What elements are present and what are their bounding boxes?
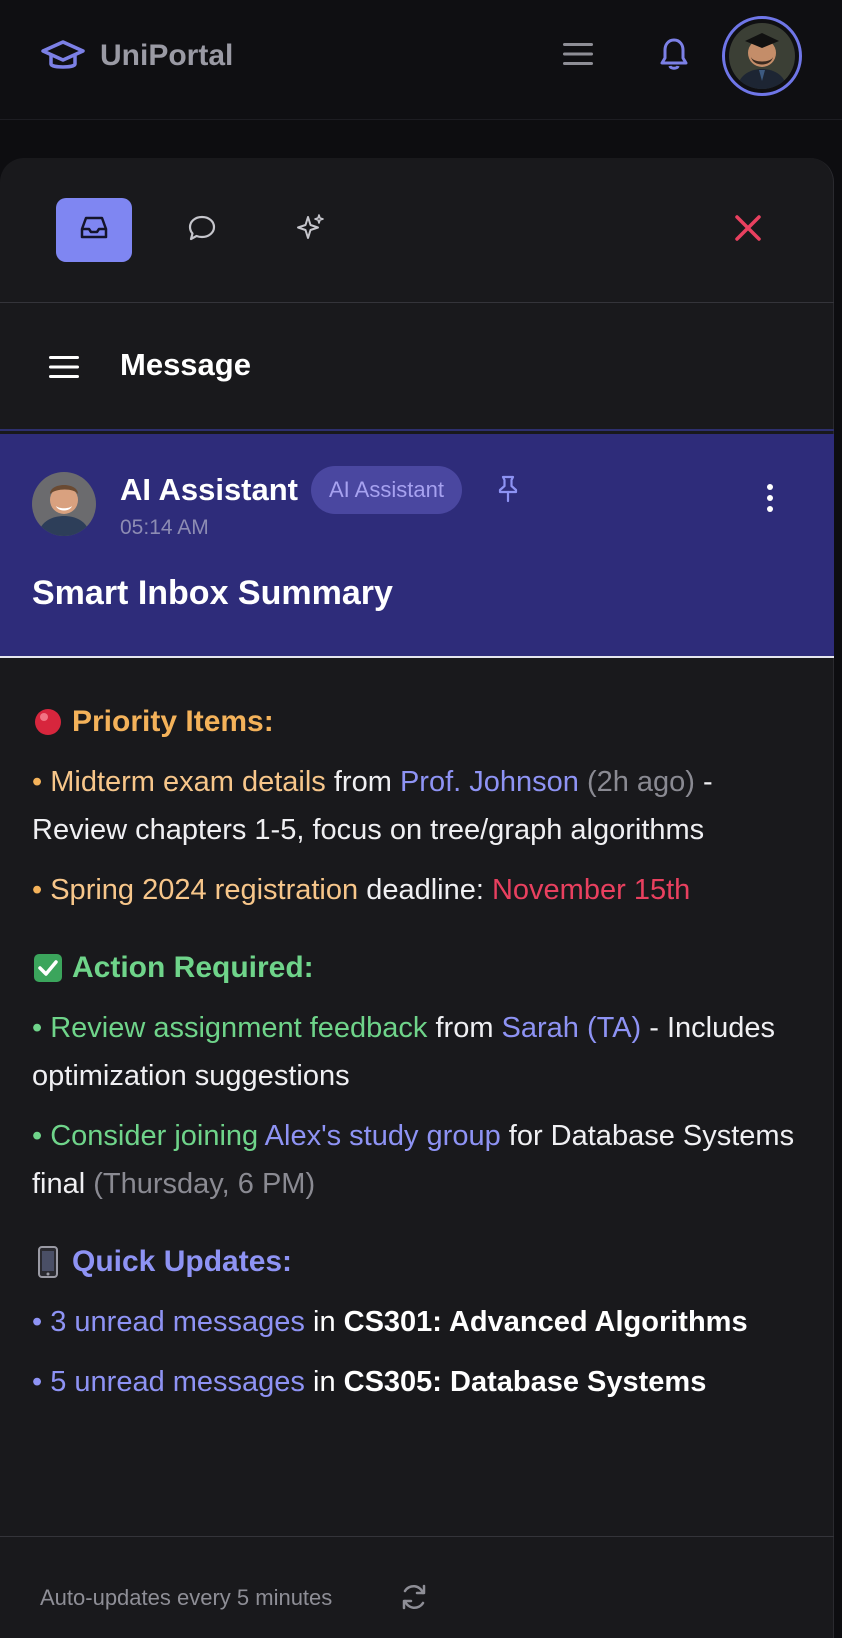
bullet: • bbox=[32, 1012, 43, 1044]
bell-icon[interactable] bbox=[654, 34, 694, 74]
item-highlight[interactable]: Midterm exam details bbox=[50, 766, 326, 798]
bullet: • bbox=[32, 1366, 43, 1398]
sender-badge: AI Assistant bbox=[311, 466, 462, 514]
item-meta: (Thursday, 6 PM) bbox=[93, 1168, 316, 1200]
updates-heading: Quick Updates: bbox=[32, 1238, 812, 1286]
item-meta: (2h ago) bbox=[586, 766, 695, 798]
more-options-icon[interactable] bbox=[756, 478, 784, 518]
panel-tabs bbox=[0, 158, 834, 303]
list-item: • Midterm exam details from Prof. Johnso… bbox=[32, 758, 812, 854]
item-text: from bbox=[435, 1012, 494, 1044]
message-header: Message bbox=[0, 303, 834, 431]
action-heading: Action Required: bbox=[32, 944, 812, 992]
tab-inbox[interactable] bbox=[56, 198, 132, 262]
close-icon[interactable] bbox=[728, 208, 768, 248]
action-title: Action Required: bbox=[72, 951, 314, 984]
hamburger-icon[interactable] bbox=[46, 349, 82, 385]
red-circle-icon bbox=[32, 706, 64, 738]
priority-title: Priority Items: bbox=[72, 705, 274, 738]
sender-avatar bbox=[32, 472, 96, 536]
item-highlight[interactable]: Review assignment feedback bbox=[50, 1012, 427, 1044]
menu-icon[interactable] bbox=[560, 36, 596, 72]
item-highlight[interactable]: Spring 2024 registration bbox=[50, 874, 358, 906]
list-item: • Spring 2024 registration deadline: Nov… bbox=[32, 866, 812, 914]
refresh-icon[interactable] bbox=[398, 1581, 430, 1613]
sender-name[interactable]: AI Assistant bbox=[120, 472, 298, 508]
bullet: • bbox=[32, 874, 43, 906]
brand[interactable]: UniPortal bbox=[40, 36, 233, 76]
message-highlight: AI Assistant AI Assistant 05:14 AM Smart… bbox=[0, 434, 834, 658]
item-highlight[interactable]: Consider joining bbox=[50, 1120, 258, 1152]
list-item: • Consider joining Alex's study group fo… bbox=[32, 1112, 812, 1208]
chat-bubble-icon bbox=[187, 213, 217, 248]
item-text: deadline: bbox=[366, 874, 484, 906]
auto-update-note: Auto-updates every 5 minutes bbox=[40, 1585, 333, 1610]
item-text: in bbox=[313, 1306, 336, 1338]
bullet: • bbox=[32, 1120, 43, 1152]
pin-icon[interactable] bbox=[494, 474, 522, 504]
top-navbar: UniPortal bbox=[0, 0, 842, 120]
item-text: in bbox=[313, 1366, 336, 1398]
message-body: Priority Items: • Midterm exam details f… bbox=[32, 698, 812, 1406]
deadline-date: November 15th bbox=[491, 874, 691, 906]
sparkle-icon bbox=[294, 212, 326, 249]
page-title: Message bbox=[120, 347, 251, 382]
person-link[interactable]: Prof. Johnson bbox=[400, 766, 579, 798]
tab-ai[interactable] bbox=[272, 198, 348, 262]
brand-name: UniPortal bbox=[100, 39, 234, 72]
message-subject: Smart Inbox Summary bbox=[32, 574, 393, 612]
message-time: 05:14 AM bbox=[120, 516, 209, 539]
list-item: • 5 unread messages in CS305: Database S… bbox=[32, 1358, 812, 1406]
unread-count-link[interactable]: 5 unread messages bbox=[50, 1366, 305, 1398]
inbox-icon bbox=[79, 215, 109, 246]
mobile-phone-icon bbox=[32, 1246, 64, 1278]
course-name: CS305: Database Systems bbox=[343, 1366, 707, 1398]
list-item: • Review assignment feedback from Sarah … bbox=[32, 1004, 812, 1100]
person-link[interactable]: Sarah (TA) bbox=[502, 1012, 642, 1044]
group-link[interactable]: Alex's study group bbox=[265, 1120, 501, 1152]
unread-count-link[interactable]: 3 unread messages bbox=[50, 1306, 305, 1338]
bullet: • bbox=[32, 766, 43, 798]
message-panel: Message AI Assistant AI Assistant 05:14 … bbox=[0, 158, 834, 1638]
bullet: • bbox=[32, 1306, 43, 1338]
tab-chat[interactable] bbox=[164, 198, 240, 262]
list-item: • 3 unread messages in CS301: Advanced A… bbox=[32, 1298, 812, 1346]
updates-title: Quick Updates: bbox=[72, 1245, 293, 1278]
item-text: from bbox=[333, 766, 392, 798]
priority-heading: Priority Items: bbox=[32, 698, 812, 746]
graduation-cap-icon bbox=[40, 36, 88, 76]
check-box-icon bbox=[32, 952, 64, 984]
panel-footer: Auto-updates every 5 minutes bbox=[0, 1536, 834, 1638]
user-avatar[interactable] bbox=[722, 16, 802, 96]
course-name: CS301: Advanced Algorithms bbox=[343, 1306, 748, 1338]
